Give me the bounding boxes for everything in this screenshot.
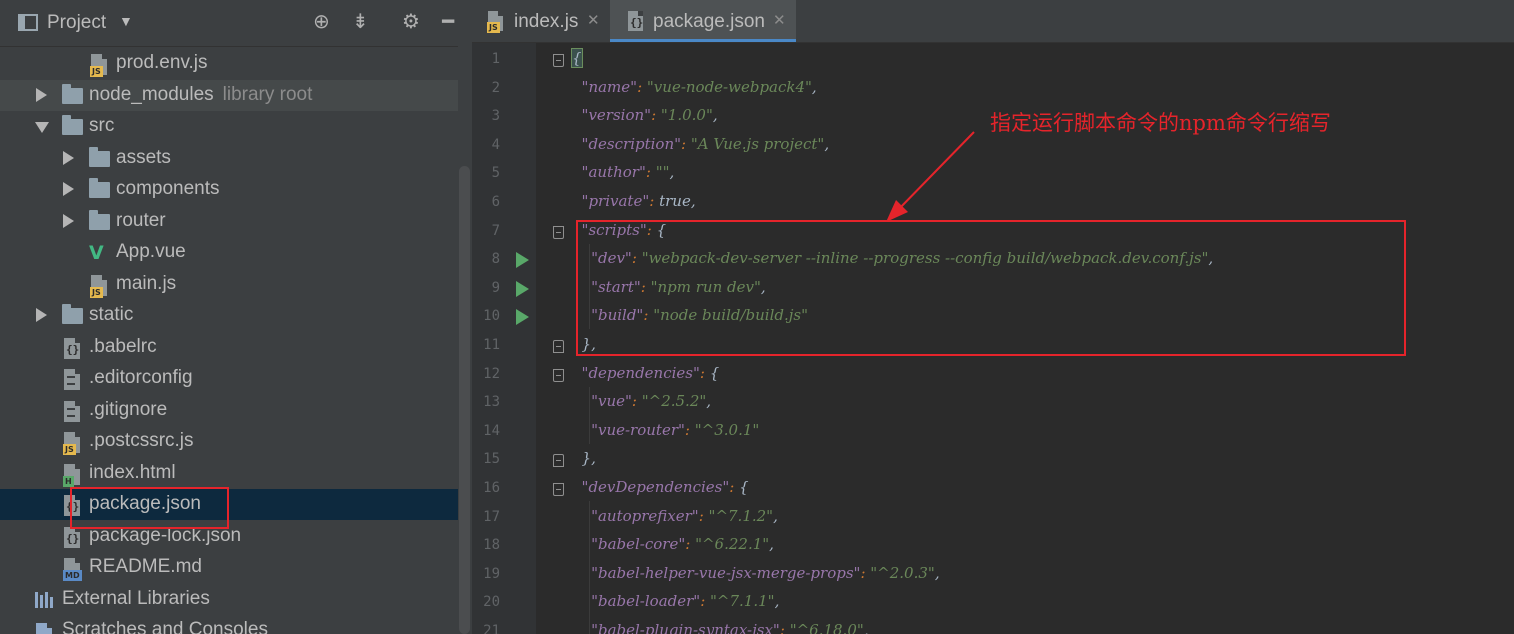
tree-item-editorconfig[interactable]: .editorconfig xyxy=(0,363,458,394)
tree-item-babelrc[interactable]: {} .babelrc xyxy=(0,332,458,363)
chevron-down-icon[interactable] xyxy=(35,122,49,133)
collapse-all-icon[interactable]: ⇟ xyxy=(352,10,369,34)
tree-item-static[interactable]: static xyxy=(0,300,458,331)
tree-item-main-js[interactable]: JS main.js xyxy=(0,269,458,300)
tree-item-postcssrc-js[interactable]: JS .postcssrc.js xyxy=(0,426,458,457)
tree-item-label: router xyxy=(116,210,166,231)
tree-item-label: .babelrc xyxy=(89,336,157,357)
tree-item-node-modules[interactable]: node_modules library root xyxy=(0,80,458,111)
tree-item-label: .gitignore xyxy=(89,399,168,420)
json-file-icon: {} xyxy=(64,338,80,359)
tree-item-label: node_modules xyxy=(89,84,214,105)
tree-item-label: .editorconfig xyxy=(89,367,193,388)
folder-icon xyxy=(62,304,83,324)
tree-item-label: README.md xyxy=(89,556,202,577)
minimize-icon[interactable]: ━ xyxy=(442,10,454,34)
js-file-icon: JS xyxy=(90,54,107,77)
tree-item-label: prod.env.js xyxy=(116,52,208,73)
tree-item-package-lock-json[interactable]: {} package-lock.json xyxy=(0,521,458,552)
project-view-icon xyxy=(18,14,38,31)
chevron-right-icon[interactable] xyxy=(36,308,47,322)
folder-icon xyxy=(62,84,83,104)
scratches-icon xyxy=(36,623,52,634)
tree-item-external-libraries[interactable]: External Libraries xyxy=(0,584,458,615)
tree-item-src[interactable]: src xyxy=(0,111,458,142)
folder-icon xyxy=(62,115,83,135)
chevron-right-icon[interactable] xyxy=(63,214,74,228)
text-file-icon xyxy=(64,401,80,422)
tree-item-gitignore[interactable]: .gitignore xyxy=(0,395,458,426)
tree-item-label: index.html xyxy=(89,462,176,483)
md-file-icon: MD xyxy=(63,558,82,581)
json-file-icon: {} xyxy=(64,527,80,548)
tree-item-label: .postcssrc.js xyxy=(89,430,194,451)
tree-item-index-html[interactable]: H index.html xyxy=(0,458,458,489)
crosshair-icon[interactable]: ⊕ xyxy=(313,10,330,34)
project-panel: Project ▼ ⊕ ⇟ ⚙ ━ JS prod.env.js node_mo… xyxy=(0,0,472,634)
chevron-down-icon[interactable]: ▼ xyxy=(119,13,133,29)
project-scrollbar[interactable] xyxy=(458,46,472,634)
js-file-icon: JS xyxy=(90,275,107,298)
chevron-right-icon[interactable] xyxy=(63,151,74,165)
gear-icon[interactable]: ⚙ xyxy=(402,10,420,34)
tree-item-label: assets xyxy=(116,147,171,168)
project-view-selector[interactable]: Project xyxy=(47,12,106,34)
html-file-icon: H xyxy=(63,464,80,487)
chevron-right-icon[interactable] xyxy=(63,182,74,196)
folder-icon xyxy=(89,178,110,198)
editor-area: JS index.js ✕ {} package.json ✕ 12345678… xyxy=(472,0,1514,634)
tree-item-scratches[interactable]: Scratches and Consoles xyxy=(0,615,458,634)
tree-item-label: static xyxy=(89,304,134,325)
tree-item-components[interactable]: components xyxy=(0,174,458,205)
annotation-text: 指定运行脚本命令的npm命令行缩写 xyxy=(990,111,1331,135)
annotation-arrow xyxy=(886,131,975,222)
js-file-icon: JS xyxy=(63,432,80,455)
text-file-icon xyxy=(64,369,80,390)
tree-item-router[interactable]: router xyxy=(0,206,458,237)
tree-item-label: src xyxy=(89,115,115,136)
chevron-right-icon[interactable] xyxy=(36,88,47,102)
tree-item-assets[interactable]: assets xyxy=(0,143,458,174)
tree-item-app-vue[interactable]: V App.vue xyxy=(0,237,458,268)
scrollbar-thumb[interactable] xyxy=(459,166,470,634)
tree-item-readme-md[interactable]: MD README.md xyxy=(0,552,458,583)
tree-item-prod-env-js[interactable]: JS prod.env.js xyxy=(0,48,458,79)
tree-item-label: App.vue xyxy=(116,241,186,262)
libraries-icon xyxy=(35,592,55,608)
tree-item-label: Scratches and Consoles xyxy=(62,619,268,634)
library-root-hint: library root xyxy=(222,84,313,105)
vue-file-icon: V xyxy=(89,242,104,264)
tree-item-label: main.js xyxy=(116,273,177,294)
folder-icon xyxy=(89,210,110,230)
highlight-box-package-json xyxy=(70,487,229,529)
folder-icon xyxy=(89,147,110,167)
tree-item-label: components xyxy=(116,178,220,199)
tree-item-label: External Libraries xyxy=(62,588,210,609)
project-panel-header: Project ▼ ⊕ ⇟ ⚙ ━ xyxy=(0,0,472,47)
tree-item-package-json[interactable]: {} package.json xyxy=(0,489,458,520)
